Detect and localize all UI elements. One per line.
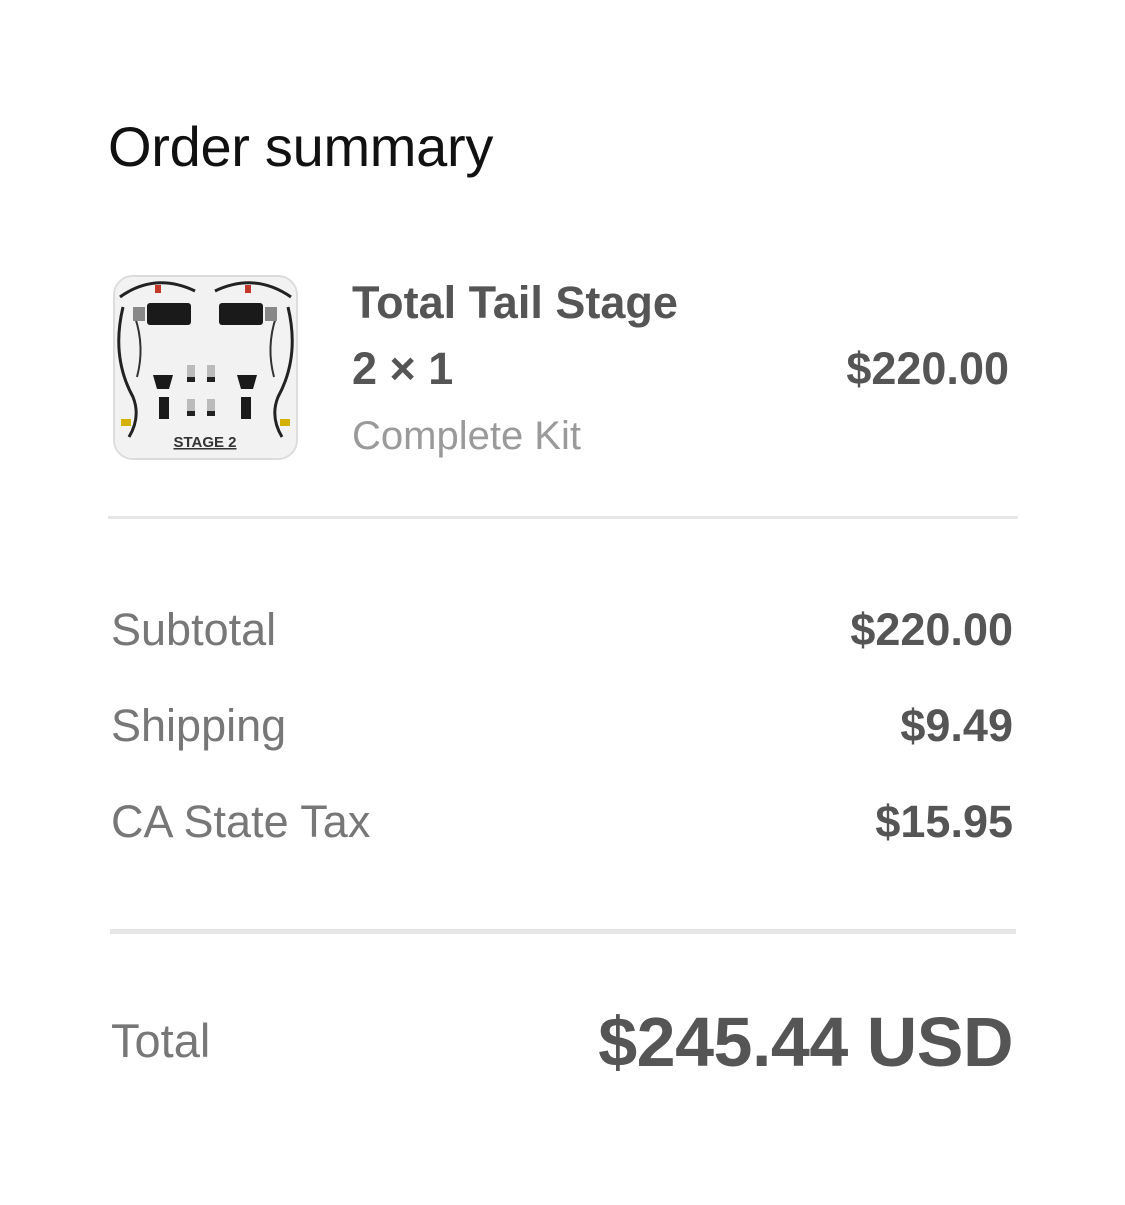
shipping-value: $9.49	[900, 700, 1013, 751]
subtotal-value: $220.00	[850, 604, 1013, 655]
product-thumbnail[interactable]: STAGE 2	[113, 275, 298, 460]
product-variant: Complete Kit	[352, 414, 581, 458]
tax-value: $15.95	[875, 796, 1013, 847]
product-name: Total Tail Stage	[352, 277, 678, 328]
shipping-label: Shipping	[111, 700, 287, 751]
thumbnail-caption: STAGE 2	[173, 434, 236, 451]
product-price: $220.00	[846, 343, 1009, 394]
tax-label: CA State Tax	[111, 796, 371, 847]
page-title: Order summary	[108, 115, 494, 178]
total-label: Total	[111, 1014, 211, 1067]
product-image-icon: STAGE 2	[115, 277, 296, 458]
total-value: $245.44 USD	[598, 1003, 1013, 1081]
product-quantity: 2 × 1	[352, 343, 454, 394]
subtotal-label: Subtotal	[111, 604, 277, 655]
divider	[110, 929, 1016, 934]
divider	[108, 516, 1018, 519]
